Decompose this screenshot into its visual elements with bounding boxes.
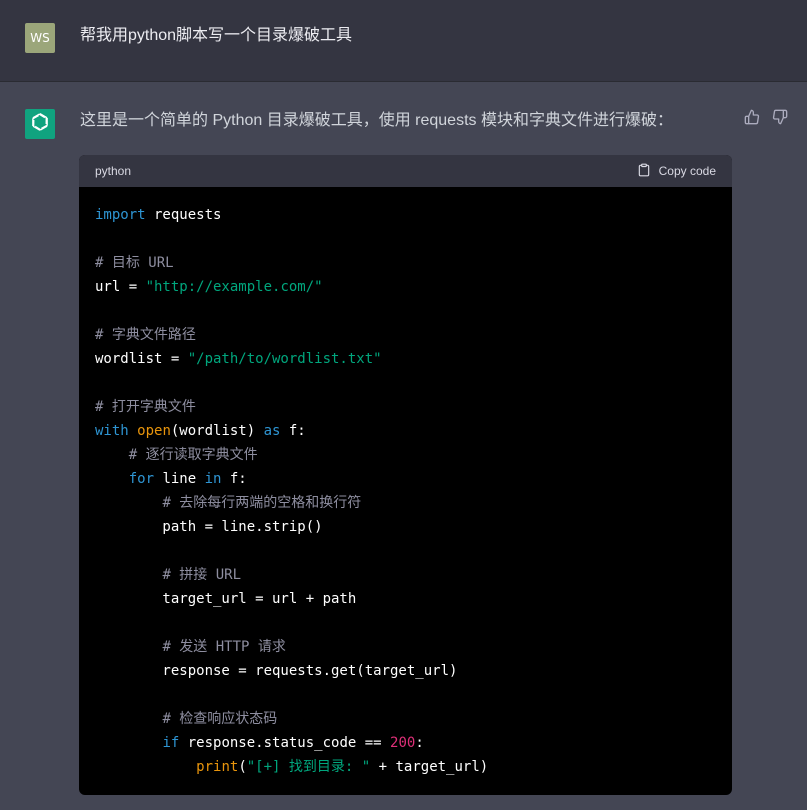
code-line: # 拼接 URL [95,563,716,587]
code-line: # 打开字典文件 [95,395,716,419]
copy-code-button[interactable]: Copy code [637,162,716,181]
code-line: target_url = url + path [95,587,716,611]
code-line: if response.status_code == 200: [95,731,716,755]
code-line: print("[+] 找到目录: " + target_url) [95,755,716,779]
code-token: # 去除每行两端的空格和换行符 [162,495,362,511]
code-token: open [137,423,171,439]
code-line: # 发送 HTTP 请求 [95,635,716,659]
code-token: response = requests.get(target_url) [95,663,458,679]
thumbs-up-button[interactable] [743,109,761,130]
code-line: response = requests.get(target_url) [95,659,716,683]
code-line: # 逐行读取字典文件 [95,443,716,467]
code-token: if [162,735,180,751]
user-message-row: WS 帮我用python脚本写一个目录爆破工具 [0,0,807,82]
user-message-text: 帮我用python脚本写一个目录爆破工具 [80,27,353,44]
code-line: wordlist = "/path/to/wordlist.txt" [95,347,716,371]
assistant-message-text: 这里是一个简单的 Python 目录爆破工具，使用 requests 模块和字典… [80,112,673,129]
code-line: for line in f: [95,467,716,491]
code-token: with [95,423,129,439]
code-token: f: [221,471,247,487]
copy-code-label: Copy code [658,164,716,178]
code-line: # 目标 URL [95,251,716,275]
code-token: "/path/to/wordlist.txt" [187,351,382,367]
code-token: line [154,471,205,487]
code-token: in [204,471,222,487]
code-token: as [263,423,281,439]
thumbs-down-icon [772,109,788,130]
code-line: path = line.strip() [95,515,716,539]
assistant-avatar [25,109,55,139]
code-token: wordlist = [95,351,188,367]
code-token: response.status_code == [179,735,391,751]
code-body: import requests # 目标 URL url = "http://exa… [79,187,732,779]
code-token: # 目标 URL [95,255,174,271]
clipboard-icon [637,162,651,181]
code-token: requests [145,207,222,223]
thumbs-down-button[interactable] [771,109,789,130]
code-token: # 逐行读取字典文件 [128,447,258,463]
code-token: target_url = url + path [95,591,357,607]
user-avatar: WS [25,23,55,53]
code-block-header: python Copy code [79,155,732,187]
code-token: # 检查响应状态码 [162,711,278,727]
code-token: path = line.strip() [95,519,323,535]
thumbs-up-icon [744,109,760,130]
code-line: # 检查响应状态码 [95,707,716,731]
code-token: "http://example.com/" [145,279,323,295]
code-token: # 字典文件路径 [95,327,196,343]
code-token: for [128,471,155,487]
code-block: python Copy code import requests # 目标 URL… [79,155,732,795]
code-token: import [95,207,146,223]
code-line: # 去除每行两端的空格和换行符 [95,491,716,515]
code-line: with open(wordlist) as f: [95,419,716,443]
code-language-label: python [95,164,132,178]
code-token: + target_url) [370,759,489,775]
user-avatar-initials: WS [30,31,50,45]
code-token: 200 [390,735,416,751]
code-token: : [415,735,424,751]
code-token: f: [280,423,306,439]
code-token: print [196,759,239,775]
code-line: url = "http://example.com/" [95,275,716,299]
code-token: (wordlist) [170,423,264,439]
code-token: # 打开字典文件 [95,399,196,415]
code-token: "[+] 找到目录: " [246,759,371,775]
code-token: # 发送 HTTP 请求 [162,639,286,655]
code-token: url = [95,279,146,295]
code-token: ( [238,759,247,775]
code-line: # 字典文件路径 [95,323,716,347]
code-line: import requests [95,203,716,227]
assistant-message-row: 这里是一个简单的 Python 目录爆破工具，使用 requests 模块和字典… [0,82,807,810]
openai-logo-icon [29,111,51,138]
code-token: # 拼接 URL [162,567,242,583]
